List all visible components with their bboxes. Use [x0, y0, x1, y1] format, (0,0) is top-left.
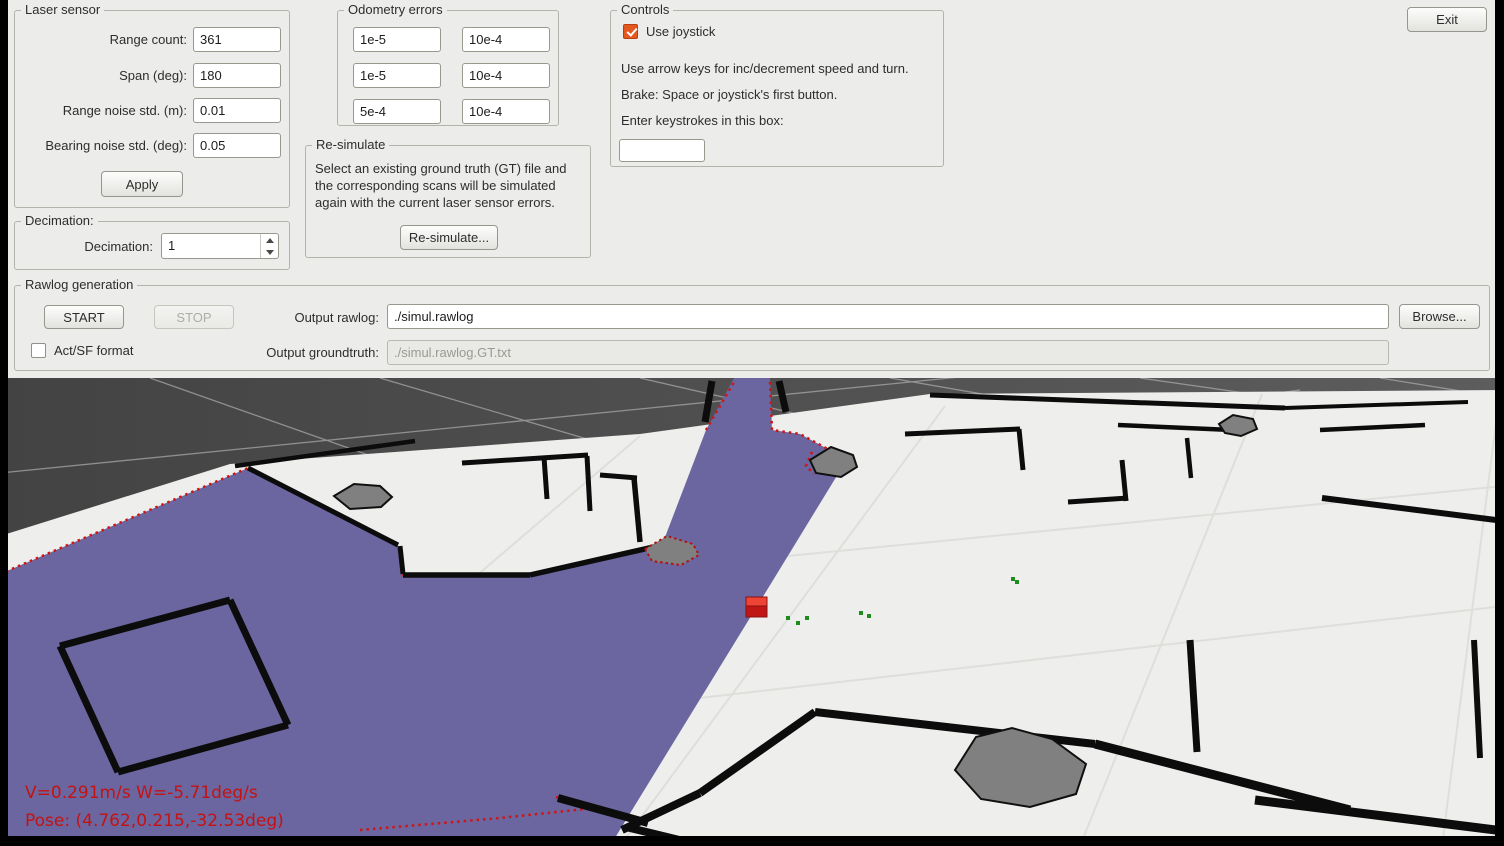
use-joystick-checkbox[interactable]: [623, 24, 638, 39]
use-joystick-label: Use joystick: [646, 24, 715, 40]
range-count-input[interactable]: [193, 27, 281, 52]
bearing-noise-label: Bearing noise std. (deg):: [21, 133, 187, 158]
resimulate-group: Re-simulate Select an existing ground tr…: [305, 145, 591, 258]
odometry-input-2-0[interactable]: [353, 99, 441, 124]
span-label: Span (deg):: [21, 63, 187, 88]
start-button[interactable]: START: [44, 305, 124, 329]
odometry-input-1-1[interactable]: [462, 63, 550, 88]
odometry-input-1-0[interactable]: [353, 63, 441, 88]
controls-help-line1: Use arrow keys for inc/decrement speed a…: [621, 61, 909, 77]
decimation-stepper[interactable]: 1: [161, 233, 279, 259]
span-input[interactable]: [193, 63, 281, 88]
simulation-3d-view[interactable]: V=0.291m/s W=-5.71deg/s Pose: (4.762,0.2…: [0, 378, 1504, 846]
actsf-format-checkbox[interactable]: [31, 343, 46, 358]
resimulate-button[interactable]: Re-simulate...: [400, 225, 498, 250]
chevron-up-icon: [266, 238, 274, 243]
keystroke-input[interactable]: [619, 139, 705, 162]
simulator-window: Laser sensor Range count: Span (deg): Ra…: [0, 0, 1504, 846]
rawlog-generation-group: Rawlog generation START STOP Output rawl…: [14, 285, 1490, 371]
stop-button[interactable]: STOP: [154, 305, 234, 329]
controls-group-title: Controls: [617, 2, 673, 17]
browse-button[interactable]: Browse...: [1399, 304, 1480, 329]
bearing-noise-input[interactable]: [193, 133, 281, 158]
actsf-format-label: Act/SF format: [54, 343, 133, 359]
range-noise-input[interactable]: [193, 98, 281, 123]
controls-help-line2: Brake: Space or joystick's first button.: [621, 87, 837, 103]
decimation-spin-arrows: [260, 234, 278, 258]
odometry-input-0-1[interactable]: [462, 27, 550, 52]
rawlog-generation-group-title: Rawlog generation: [21, 277, 137, 292]
hud-velocity-text: V=0.291m/s W=-5.71deg/s: [25, 783, 258, 803]
output-groundtruth-label: Output groundtruth:: [243, 340, 379, 365]
exit-button[interactable]: Exit: [1407, 7, 1487, 32]
laser-sensor-group-title: Laser sensor: [21, 2, 104, 17]
decimation-group-title: Decimation:: [21, 213, 98, 228]
output-rawlog-input[interactable]: [387, 304, 1389, 329]
output-groundtruth-input: [387, 340, 1389, 365]
odometry-errors-group: Odometry errors: [337, 10, 559, 126]
odometry-errors-group-title: Odometry errors: [344, 2, 447, 17]
output-rawlog-label: Output rawlog:: [253, 305, 379, 330]
robot: [746, 597, 767, 617]
hud-pose-text: Pose: (4.762,0.215,-32.53deg): [25, 811, 284, 831]
apply-button[interactable]: Apply: [101, 171, 183, 197]
right-black-border: [1495, 0, 1504, 846]
bottom-black-border: [0, 836, 1504, 846]
range-count-label: Range count:: [21, 27, 187, 52]
spin-down-button[interactable]: [261, 246, 278, 258]
odometry-input-0-0[interactable]: [353, 27, 441, 52]
chevron-down-icon: [266, 250, 274, 255]
control-panel: Laser sensor Range count: Span (deg): Ra…: [8, 0, 1495, 378]
decimation-value: 1: [162, 234, 260, 258]
controls-group: Controls Use joystick Use arrow keys for…: [610, 10, 944, 167]
decimation-label: Decimation:: [21, 234, 153, 259]
range-noise-label: Range noise std. (m):: [21, 98, 187, 123]
left-black-border: [0, 0, 8, 846]
controls-help-line3: Enter keystrokes in this box:: [621, 113, 784, 129]
resimulate-description: Select an existing ground truth (GT) fil…: [315, 160, 585, 211]
laser-sensor-group: Laser sensor Range count: Span (deg): Ra…: [14, 10, 290, 208]
spin-up-button[interactable]: [261, 234, 278, 246]
decimation-group: Decimation: Decimation: 1: [14, 221, 290, 270]
odometry-input-2-1[interactable]: [462, 99, 550, 124]
resimulate-group-title: Re-simulate: [312, 137, 389, 152]
